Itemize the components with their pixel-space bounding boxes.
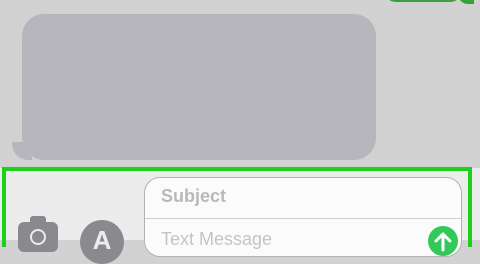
input-divider [145,218,461,219]
send-button[interactable] [428,226,458,256]
camera-icon[interactable] [18,216,58,252]
message-thread [0,0,480,168]
send-arrow-icon [434,232,452,252]
sent-message-bubble[interactable] [384,0,462,2]
received-message-bubble[interactable] [22,14,376,160]
sent-bubble-tail [458,0,474,4]
app-store-icon[interactable]: A [80,220,124,264]
subject-field[interactable]: Subject [161,186,226,207]
message-input-box[interactable]: Subject Text Message [144,177,462,257]
